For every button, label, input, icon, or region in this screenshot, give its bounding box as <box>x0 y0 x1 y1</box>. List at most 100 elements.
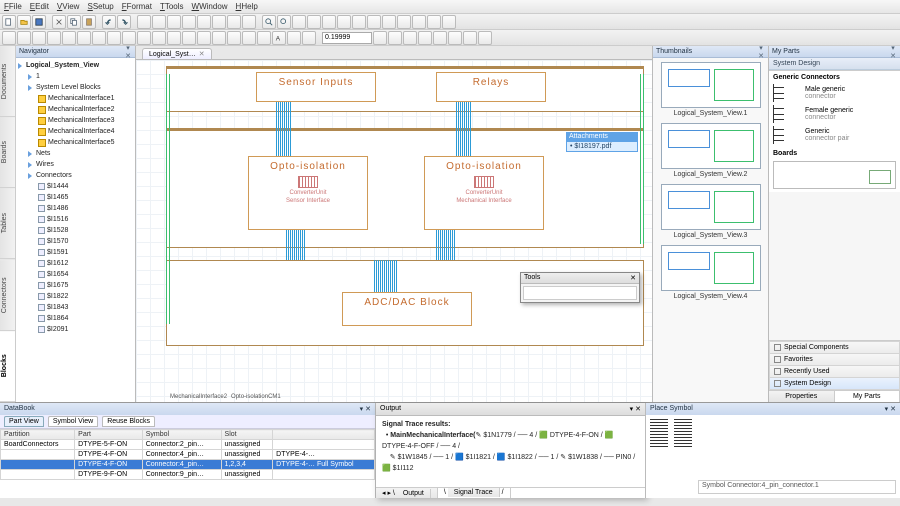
symbol-preview[interactable] <box>674 419 692 447</box>
tool-generic[interactable] <box>137 31 151 45</box>
tree-item[interactable]: $I1654 <box>47 269 68 280</box>
block-relays[interactable]: Relays <box>436 72 546 102</box>
menu-view[interactable]: VView <box>57 2 80 11</box>
tree-item[interactable]: $I1675 <box>47 280 68 291</box>
tool-generic[interactable] <box>373 31 387 45</box>
thumbnail-item[interactable]: Logical_System_View.4 <box>661 245 761 300</box>
tool-generic[interactable] <box>152 15 166 29</box>
tool-generic[interactable] <box>77 31 91 45</box>
menu-file[interactable]: FFile <box>4 2 22 11</box>
grid-size-input[interactable] <box>322 32 372 44</box>
connector-row[interactable]: Genericconnector pair <box>773 126 896 144</box>
block-opto-left[interactable]: Opto-isolation ConverterUnit Sensor Inte… <box>248 156 368 230</box>
new-icon[interactable] <box>2 15 16 29</box>
tool-generic[interactable] <box>257 31 271 45</box>
output-tab-signal-trace[interactable]: \ Signal Trace / <box>438 488 511 498</box>
block-adc-dac[interactable]: ADC/DAC Block <box>342 292 472 326</box>
cut-icon[interactable] <box>52 15 66 29</box>
tool-generic[interactable] <box>367 15 381 29</box>
tree-item[interactable]: MechanicalInterface3 <box>48 115 115 126</box>
symbol-preview[interactable] <box>650 419 668 447</box>
tool-generic[interactable] <box>227 31 241 45</box>
menu-format[interactable]: FFormat <box>122 2 152 11</box>
tree-nets[interactable]: Nets <box>36 148 50 159</box>
redo-icon[interactable] <box>117 15 131 29</box>
attachment-file[interactable]: • $I18197.pdf <box>566 141 638 152</box>
tool-generic[interactable] <box>17 31 31 45</box>
side-tab-connectors[interactable]: Connectors <box>0 260 15 331</box>
table-row-selected[interactable]: DTYPE-4-F-ONConnector:4_pin…1,2,3,4DTYPE… <box>1 460 375 470</box>
tool-generic[interactable] <box>197 31 211 45</box>
tree-item[interactable]: MechanicalInterface1 <box>48 93 115 104</box>
tool-generic[interactable] <box>122 31 136 45</box>
tool-generic[interactable] <box>62 31 76 45</box>
menu-help[interactable]: HHelp <box>236 2 258 11</box>
tree-wires[interactable]: Wires <box>36 159 54 170</box>
save-icon[interactable] <box>32 15 46 29</box>
tool-generic[interactable] <box>182 15 196 29</box>
thumbnail-item[interactable]: Logical_System_View.3 <box>661 184 761 239</box>
zoom-in-icon[interactable] <box>262 15 276 29</box>
tree-item[interactable]: $I1486 <box>47 203 68 214</box>
tree-item[interactable]: $I1528 <box>47 225 68 236</box>
panel-controls-icon[interactable]: ▾ ✕ <box>360 405 371 413</box>
tree-item[interactable]: $I1864 <box>47 313 68 324</box>
block-sensor-inputs[interactable]: Sensor Inputs <box>256 72 376 102</box>
block-opto-right[interactable]: Opto-isolation ConverterUnit Mechanical … <box>424 156 544 230</box>
databook-grid[interactable]: PartitionPartSymbolSlot BoardConnectorsD… <box>0 429 375 498</box>
tool-generic[interactable] <box>32 31 46 45</box>
side-tab-documents[interactable]: Documents <box>0 46 15 117</box>
menu-edit[interactable]: EEdit <box>30 2 49 11</box>
panel-controls-icon[interactable]: ▾ ✕ <box>885 405 896 413</box>
tool-generic[interactable] <box>92 31 106 45</box>
output-body[interactable]: Signal Trace results: • MainMechanicalIn… <box>376 416 645 487</box>
subtab-part-view[interactable]: Part View <box>4 416 44 427</box>
tool-generic[interactable] <box>167 15 181 29</box>
tree-item[interactable]: MechanicalInterface5 <box>48 137 115 148</box>
tool-generic[interactable] <box>397 15 411 29</box>
board-preview[interactable] <box>773 161 896 189</box>
cat-special[interactable]: Special Components <box>769 341 900 353</box>
tree-item[interactable]: $I1822 <box>47 291 68 302</box>
attachment-callout[interactable]: Attachments • $I18197.pdf <box>566 132 638 152</box>
panel-controls-icon[interactable]: ▾ ✕ <box>630 405 641 413</box>
navigator-tree[interactable]: Logical_System_View 1 System Level Block… <box>16 58 135 402</box>
document-tab[interactable]: Logical_Syst… ✕ <box>142 48 212 59</box>
tool-generic[interactable] <box>197 15 211 29</box>
floating-tools-palette[interactable]: Tools✕ <box>520 272 640 303</box>
tree-root[interactable]: Logical_System_View <box>26 60 99 71</box>
undo-icon[interactable] <box>102 15 116 29</box>
tool-generic[interactable] <box>292 15 306 29</box>
tool-generic[interactable] <box>322 15 336 29</box>
cat-system-design[interactable]: System Design <box>769 377 900 390</box>
tool-generic[interactable] <box>212 15 226 29</box>
tool-generic[interactable] <box>287 31 301 45</box>
tree-connectors[interactable]: Connectors <box>36 170 72 181</box>
tool-generic[interactable] <box>442 15 456 29</box>
tree-item[interactable]: $I2091 <box>47 324 68 335</box>
tool-generic[interactable] <box>427 15 441 29</box>
schematic-canvas[interactable]: Sensor Inputs Relays Opto-isolation Conv… <box>136 60 652 402</box>
tree-item[interactable]: MechanicalInterface4 <box>48 126 115 137</box>
connector-row[interactable]: Female genericconnector <box>773 105 896 123</box>
tool-generic[interactable] <box>212 31 226 45</box>
section-system-design[interactable]: System Design <box>769 58 900 70</box>
tool-generic[interactable] <box>337 15 351 29</box>
close-icon[interactable]: ✕ <box>630 274 636 282</box>
tool-generic[interactable] <box>227 15 241 29</box>
table-row[interactable]: BoardConnectorsDTYPE-5-F-ONConnector:2_p… <box>1 440 375 450</box>
tree-item[interactable]: $I1843 <box>47 302 68 313</box>
subtab-symbol-view[interactable]: Symbol View <box>48 416 98 427</box>
tool-generic[interactable] <box>403 31 417 45</box>
tree-item[interactable]: $I1516 <box>47 214 68 225</box>
cat-recent[interactable]: Recently Used <box>769 365 900 377</box>
subtab-reuse-blocks[interactable]: Reuse Blocks <box>102 416 155 427</box>
close-tab-icon[interactable]: ✕ <box>199 50 205 58</box>
tab-properties[interactable]: Properties <box>769 391 835 402</box>
zoom-out-icon[interactable] <box>277 15 291 29</box>
tool-generic[interactable] <box>2 31 16 45</box>
side-tab-blocks[interactable]: Blocks <box>0 331 15 402</box>
paste-icon[interactable] <box>82 15 96 29</box>
tool-generic[interactable] <box>152 31 166 45</box>
tool-generic[interactable] <box>448 31 462 45</box>
